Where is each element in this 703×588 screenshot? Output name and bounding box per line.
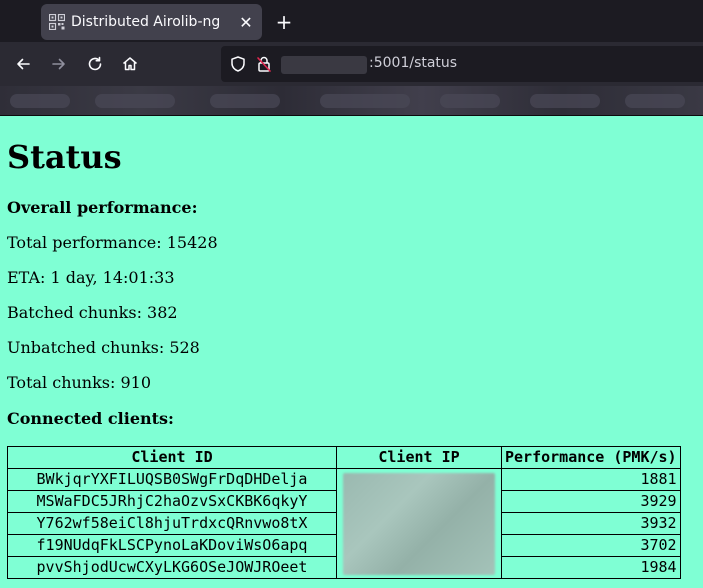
performance-cell: 1984 xyxy=(501,556,681,579)
home-button[interactable] xyxy=(116,50,144,78)
qr-favicon-icon xyxy=(48,13,66,31)
table-row: BWkjqrYXFILUQSB0SWgFrDqDHDelja 1881 xyxy=(7,468,681,579)
client-id-cell: pvvShjodUcwCXyLKG6OSeJOWJROeet xyxy=(7,556,337,579)
column-header-client-id: Client ID xyxy=(7,446,337,469)
browser-chrome: Distributed Airolib-ng ✕ +:5001/status xyxy=(0,0,703,116)
home-icon xyxy=(123,57,137,71)
total-chunks-text: Total chunks: 910 xyxy=(7,373,152,392)
performance-cell: 3702 xyxy=(501,534,681,557)
nav-bar: :5001/status xyxy=(0,42,703,86)
forward-button[interactable] xyxy=(45,50,73,78)
overall-performance-heading: Overall performance: xyxy=(7,198,198,217)
tab-active[interactable]: Distributed Airolib-ng ✕ xyxy=(41,4,262,40)
tab-strip: Distributed Airolib-ng ✕ + xyxy=(0,0,703,42)
clients-table: Client ID Client IP Performance (PMK/s) … xyxy=(7,446,681,579)
batched-chunks-text: Batched chunks: 382 xyxy=(7,303,178,322)
client-id-cell: f19NUdqFkLSCPynoLaKDoviWsO6apq xyxy=(7,534,337,557)
connected-clients-heading: Connected clients: xyxy=(7,409,174,428)
table-header-row: Client ID Client IP Performance (PMK/s) xyxy=(7,446,681,469)
client-id-cell: MSWaFDC5JRhjC2haOzvSxCKBK6qkyY xyxy=(7,490,337,513)
performance-cell: 3932 xyxy=(501,512,681,535)
client-ip-redacted xyxy=(336,468,502,579)
column-header-performance: Performance (PMK/s) xyxy=(501,446,681,469)
url-bar[interactable]: :5001/status xyxy=(221,46,703,82)
back-arrow-icon xyxy=(17,58,30,70)
reload-button[interactable] xyxy=(81,50,109,78)
reload-icon xyxy=(88,56,102,71)
back-button[interactable] xyxy=(9,50,37,78)
tracking-shield-icon[interactable] xyxy=(229,55,247,73)
forward-arrow-icon xyxy=(52,58,65,70)
client-id-cell: BWkjqrYXFILUQSB0SWgFrDqDHDelja xyxy=(7,468,337,491)
bookmarks-bar-redacted xyxy=(0,86,703,116)
url-host-redacted xyxy=(281,56,367,74)
tab-title: Distributed Airolib-ng xyxy=(71,14,221,30)
url-text[interactable]: :5001/status xyxy=(369,55,457,71)
page-title: Status xyxy=(7,138,122,176)
unbatched-chunks-text: Unbatched chunks: 528 xyxy=(7,338,200,357)
total-performance-text: Total performance: 15428 xyxy=(7,233,218,252)
client-id-cell: Y762wf58eiCl8hjuTrdxcQRnvwo8tX xyxy=(7,512,337,535)
new-tab-button[interactable]: + xyxy=(272,10,296,34)
tab-close-icon[interactable]: ✕ xyxy=(238,13,254,32)
eta-text: ETA: 1 day, 14:01:33 xyxy=(7,268,175,287)
column-header-client-ip: Client IP xyxy=(336,446,502,469)
insecure-lock-icon[interactable] xyxy=(255,55,273,73)
performance-cell: 3929 xyxy=(501,490,681,513)
performance-cell: 1881 xyxy=(501,468,681,491)
